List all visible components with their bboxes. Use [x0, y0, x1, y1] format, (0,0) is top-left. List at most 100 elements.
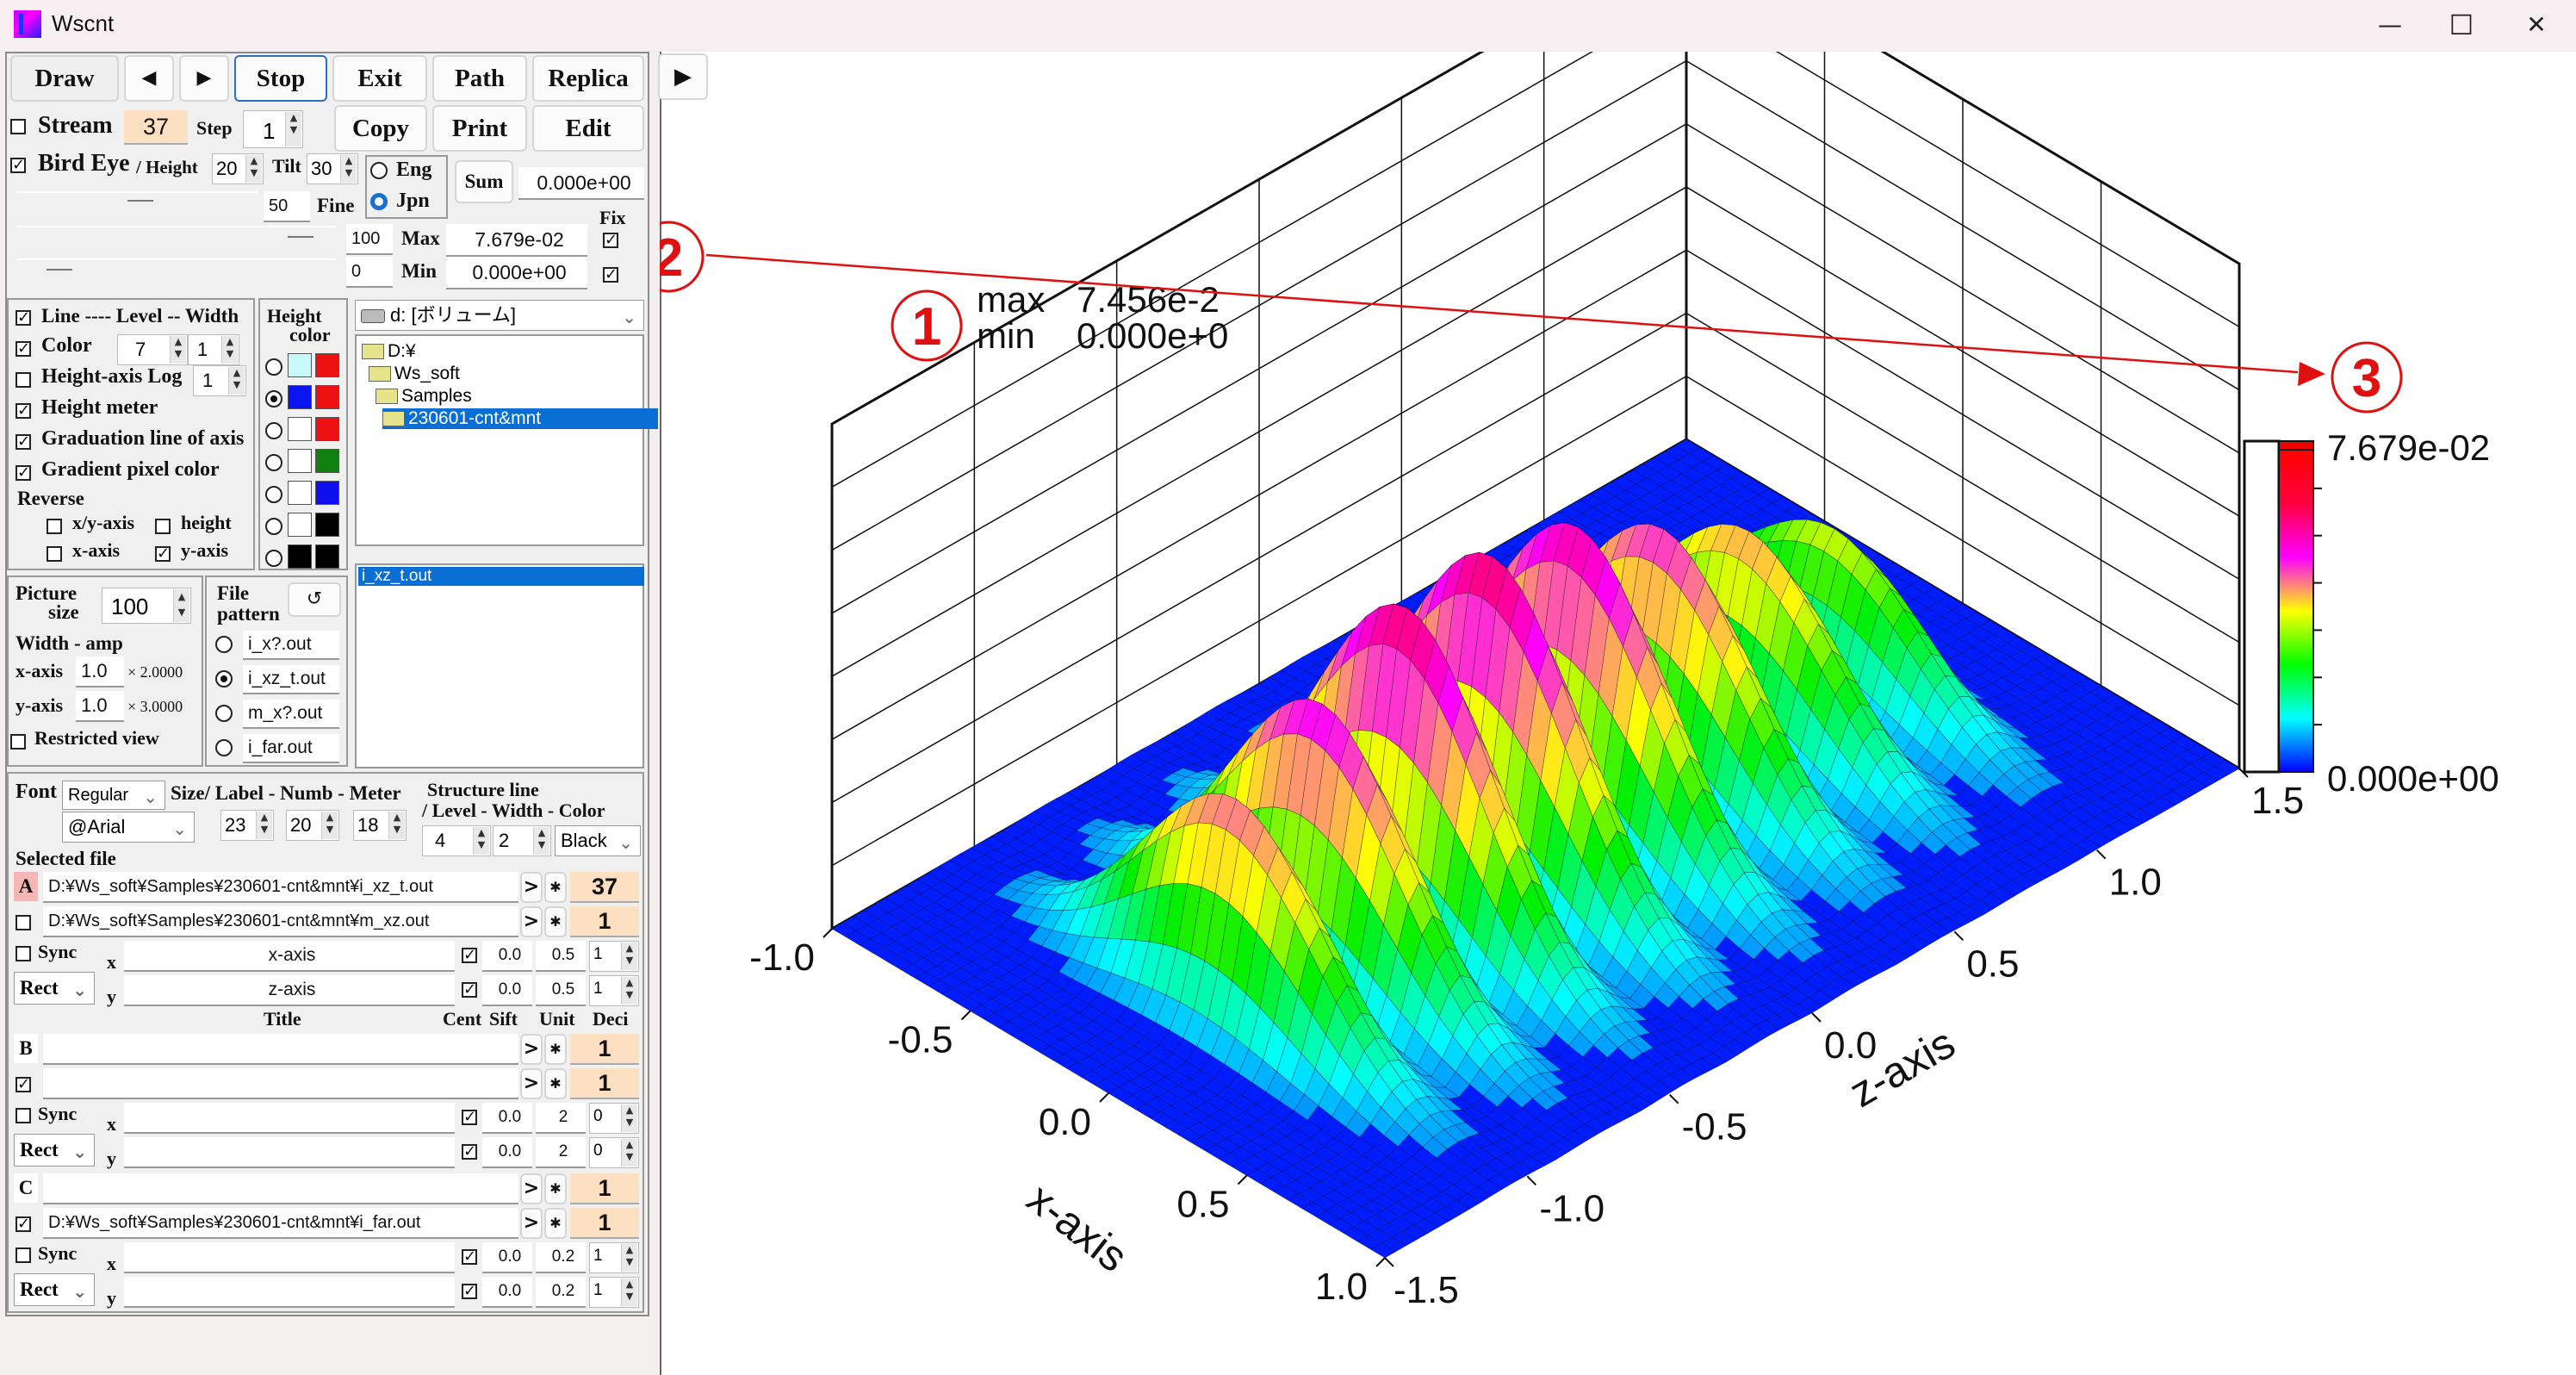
y-unit-field[interactable]: 0.2 [536, 1277, 586, 1308]
shape-select[interactable]: Rect ⌄ [14, 972, 95, 1005]
height-color-radio[interactable] [265, 518, 282, 535]
fine-slider[interactable] [17, 191, 258, 193]
y-cent-checkbox[interactable]: ✓ [462, 982, 477, 998]
edit-button[interactable]: Edit [532, 105, 644, 152]
x-title-field[interactable] [124, 1242, 455, 1273]
asterisk-button[interactable]: ✱ [544, 1208, 567, 1239]
file-pattern-field[interactable]: m_x?.out [243, 700, 339, 729]
y-deci-spinner[interactable]: 0 ▲ ▼ [589, 1137, 639, 1168]
spin-arrows-icon[interactable]: ▲ ▼ [228, 367, 245, 395]
prev-button[interactable]: ◀ [124, 55, 174, 102]
log-checkbox[interactable] [16, 372, 31, 388]
x-sift-field[interactable]: 0.0 [482, 1242, 532, 1273]
close-icon[interactable]: ✕ [2502, 5, 2571, 45]
exit-button[interactable]: Exit [332, 55, 427, 102]
structure-width-spinner[interactable]: 2 ▲ ▼ [493, 825, 551, 856]
y-sift-field[interactable]: 0.0 [482, 975, 532, 1006]
primary-file-path[interactable] [43, 1173, 518, 1204]
low-color-swatch[interactable] [288, 385, 312, 409]
secondary-file-path[interactable] [43, 1068, 518, 1099]
x-sift-field[interactable]: 0.0 [482, 1103, 532, 1134]
high-color-swatch[interactable] [315, 385, 339, 409]
min-fix-checkbox[interactable]: ✓ [603, 267, 618, 283]
spin-arrows-icon[interactable]: ▲ ▼ [621, 943, 637, 970]
spin-arrows-icon[interactable]: ▲ ▼ [388, 812, 405, 839]
high-color-swatch[interactable] [315, 449, 339, 473]
reverse-x-checkbox[interactable] [47, 546, 62, 562]
x-title-field[interactable] [124, 1103, 455, 1134]
high-color-swatch[interactable] [315, 353, 339, 377]
y-sift-field[interactable]: 0.0 [482, 1277, 532, 1308]
shape-select[interactable]: Rect ⌄ [14, 1273, 95, 1306]
drive-select[interactable]: d: [ボリューム] ⌄ [355, 300, 644, 331]
y-deci-spinner[interactable]: 1 ▲ ▼ [589, 1277, 639, 1308]
low-color-swatch[interactable] [288, 481, 312, 505]
folder-tree[interactable]: D:¥ Ws_soft Samples 230601-cnt&mnt [355, 334, 658, 546]
file-pattern-radio[interactable] [215, 705, 233, 722]
x-amp-value[interactable]: 1.0 [76, 656, 124, 688]
structure-level-spinner[interactable]: 4 ▲ ▼ [422, 825, 491, 856]
spin-arrows-icon[interactable]: ▲ ▼ [533, 827, 549, 855]
browse-button[interactable]: > [520, 1034, 543, 1065]
x-title-field[interactable]: x-axis [124, 941, 455, 972]
restricted-view-checkbox[interactable] [10, 734, 26, 750]
asterisk-button[interactable]: ✱ [544, 1068, 567, 1099]
spin-arrows-icon[interactable]: ▲ ▼ [256, 812, 272, 839]
file-pattern-radio[interactable] [215, 670, 233, 688]
file-pattern-radio[interactable] [215, 739, 233, 756]
min-slider-thumb[interactable] [47, 269, 72, 271]
fine-slider-thumb[interactable] [127, 200, 153, 202]
min-slider[interactable] [17, 258, 336, 260]
asterisk-button[interactable]: ✱ [544, 872, 567, 903]
font-family-select[interactable]: @Arial ⌄ [62, 812, 195, 843]
spin-arrows-icon[interactable]: ▲ ▼ [173, 589, 189, 622]
spin-arrows-icon[interactable]: ▲ ▼ [621, 977, 637, 1005]
x-unit-field[interactable]: 2 [536, 1103, 586, 1134]
height-color-radio[interactable] [265, 390, 282, 408]
asterisk-button[interactable]: ✱ [544, 1034, 567, 1065]
tilt-spinner[interactable]: 30 ▲ ▼ [307, 153, 358, 184]
low-color-swatch[interactable] [288, 417, 312, 441]
height-color-radio[interactable] [265, 422, 282, 439]
file-pattern-radio[interactable] [215, 636, 233, 653]
y-cent-checkbox[interactable]: ✓ [462, 1144, 477, 1160]
level-spinner[interactable]: 7 ▲ ▼ [117, 334, 188, 365]
max-slider-thumb[interactable] [288, 236, 313, 238]
primary-file-path[interactable] [43, 1034, 518, 1065]
file-pattern-field[interactable]: i_x?.out [243, 631, 339, 660]
sum-button[interactable]: Sum [455, 160, 513, 203]
reverse-y-checkbox[interactable]: ✓ [155, 546, 171, 562]
step-spinner[interactable]: 1 ▲ ▼ [243, 110, 303, 148]
log-spinner[interactable]: 1 ▲ ▼ [193, 365, 246, 396]
height-color-radio[interactable] [265, 550, 282, 567]
picture-size-spinner[interactable]: 100 ▲ ▼ [102, 588, 191, 624]
label-size-spinner[interactable]: 23 ▲ ▼ [220, 810, 274, 841]
file-pattern-field[interactable]: i_far.out [243, 734, 339, 763]
stream-checkbox[interactable] [10, 119, 26, 134]
asterisk-button[interactable]: ✱ [544, 1173, 567, 1204]
secondary-file-path[interactable]: D:¥Ws_soft¥Samples¥230601-cnt&mnt¥i_far.… [43, 1208, 518, 1239]
next-button[interactable]: ▶ [179, 55, 229, 102]
browse-button[interactable]: > [520, 1208, 543, 1239]
path-button[interactable]: Path [432, 55, 527, 102]
x-unit-field[interactable]: 0.5 [536, 941, 586, 972]
meter-checkbox[interactable]: ✓ [16, 403, 31, 419]
refresh-icon[interactable]: ↺ [288, 582, 341, 617]
height-color-radio[interactable] [265, 358, 282, 376]
y-deci-spinner[interactable]: 1 ▲ ▼ [589, 975, 639, 1006]
browse-button[interactable]: > [520, 1068, 543, 1099]
low-color-swatch[interactable] [288, 449, 312, 473]
maximize-icon[interactable]: ☐ [2427, 5, 2496, 45]
spin-arrows-icon[interactable]: ▲ ▼ [621, 1139, 637, 1167]
asterisk-button[interactable]: ✱ [544, 906, 567, 937]
y-title-field[interactable] [124, 1137, 455, 1168]
lang-eng-radio[interactable] [370, 162, 388, 179]
x-deci-spinner[interactable]: 1 ▲ ▼ [589, 1242, 639, 1273]
x-deci-spinner[interactable]: 1 ▲ ▼ [589, 941, 639, 972]
high-color-swatch[interactable] [315, 513, 339, 537]
meter-size-spinner[interactable]: 18 ▲ ▼ [353, 810, 407, 841]
folder-item[interactable]: D:¥ [362, 341, 433, 362]
color-checkbox[interactable]: ✓ [16, 341, 31, 357]
sync-checkbox[interactable] [16, 1247, 31, 1263]
max-value[interactable]: 7.679e-02 [446, 224, 587, 257]
